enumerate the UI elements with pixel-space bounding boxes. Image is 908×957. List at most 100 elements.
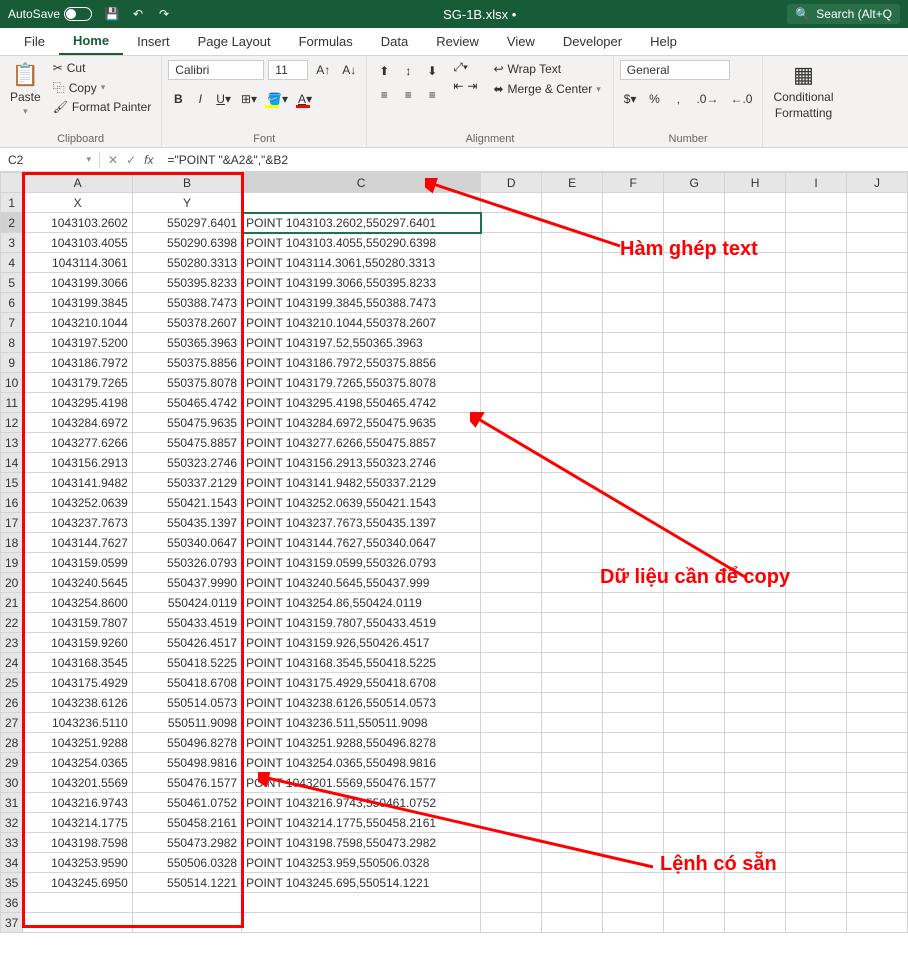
cell[interactable] — [725, 353, 786, 373]
cell[interactable]: 1043237.7673 — [23, 513, 132, 533]
orientation-button[interactable]: ⤢▾ — [453, 60, 477, 75]
cell[interactable] — [542, 713, 603, 733]
cell[interactable] — [481, 353, 542, 373]
row-head[interactable]: 28 — [1, 733, 23, 753]
cell[interactable]: 1043277.6266 — [23, 433, 132, 453]
cell[interactable]: 1043168.3545 — [23, 653, 132, 673]
row-head[interactable]: 6 — [1, 293, 23, 313]
row-head[interactable]: 25 — [1, 673, 23, 693]
row-head[interactable]: 22 — [1, 613, 23, 633]
cell[interactable]: 1043156.2913 — [23, 453, 132, 473]
cell[interactable]: POINT 1043210.1044,550378.2607 — [242, 313, 481, 333]
cell[interactable]: 1043295.4198 — [23, 393, 132, 413]
cell[interactable] — [725, 673, 786, 693]
cell[interactable] — [786, 233, 847, 253]
cell[interactable] — [542, 433, 603, 453]
cell[interactable] — [542, 353, 603, 373]
cell[interactable] — [847, 293, 908, 313]
cell[interactable] — [481, 293, 542, 313]
cell[interactable] — [664, 293, 725, 313]
col-head-J[interactable]: J — [847, 173, 908, 193]
cell[interactable] — [664, 613, 725, 633]
cell[interactable] — [725, 473, 786, 493]
cell[interactable]: POINT 1043159.0599,550326.0793 — [242, 553, 481, 573]
cell[interactable]: 1043210.1044 — [23, 313, 132, 333]
cell[interactable] — [664, 273, 725, 293]
cell[interactable] — [786, 573, 847, 593]
cell[interactable] — [664, 333, 725, 353]
cell[interactable]: 1043179.7265 — [23, 373, 132, 393]
cell[interactable] — [481, 633, 542, 653]
cell[interactable] — [847, 233, 908, 253]
cell[interactable] — [481, 613, 542, 633]
cell[interactable] — [847, 593, 908, 613]
cell[interactable] — [664, 353, 725, 373]
cell[interactable] — [481, 473, 542, 493]
cut-button[interactable]: ✂Cut — [49, 60, 156, 76]
cell[interactable] — [786, 413, 847, 433]
cell[interactable] — [542, 313, 603, 333]
cell[interactable] — [786, 773, 847, 793]
col-head-H[interactable]: H — [725, 173, 786, 193]
cell[interactable] — [847, 793, 908, 813]
row-head[interactable]: 12 — [1, 413, 23, 433]
cell[interactable] — [664, 873, 725, 893]
cell[interactable] — [725, 273, 786, 293]
row-head[interactable]: 15 — [1, 473, 23, 493]
cell[interactable] — [725, 733, 786, 753]
cell[interactable] — [847, 533, 908, 553]
cell[interactable]: 1043236.5110 — [23, 713, 132, 733]
cell[interactable]: POINT 1043245.695,550514.1221 — [242, 873, 481, 893]
cell[interactable] — [664, 413, 725, 433]
cell[interactable] — [481, 213, 542, 233]
cell[interactable] — [542, 773, 603, 793]
cell[interactable]: POINT 1043201.5569,550476.1577 — [242, 773, 481, 793]
cell[interactable] — [542, 393, 603, 413]
tab-view[interactable]: View — [493, 28, 549, 55]
cell[interactable] — [786, 193, 847, 213]
cell[interactable] — [542, 893, 603, 913]
cell[interactable]: 550476.1577 — [132, 773, 241, 793]
cell[interactable]: 1043238.6126 — [23, 693, 132, 713]
cell[interactable] — [542, 653, 603, 673]
cell[interactable] — [603, 433, 664, 453]
cell[interactable]: POINT 1043253.959,550506.0328 — [242, 853, 481, 873]
cell[interactable] — [847, 893, 908, 913]
cell[interactable]: POINT 1043186.7972,550375.8856 — [242, 353, 481, 373]
cell[interactable] — [725, 873, 786, 893]
cell[interactable]: 550461.0752 — [132, 793, 241, 813]
cell[interactable] — [542, 613, 603, 633]
cell[interactable] — [725, 693, 786, 713]
cell[interactable]: 1043159.9260 — [23, 633, 132, 653]
cell[interactable] — [542, 493, 603, 513]
cell[interactable]: POINT 1043251.9288,550496.8278 — [242, 733, 481, 753]
cell[interactable] — [664, 773, 725, 793]
cell[interactable] — [786, 453, 847, 473]
cell[interactable] — [786, 893, 847, 913]
align-center-button[interactable]: ≡ — [397, 84, 419, 106]
cell[interactable] — [786, 693, 847, 713]
merge-center-button[interactable]: ⬌Merge & Center▾ — [487, 80, 606, 98]
cell[interactable]: 1043159.0599 — [23, 553, 132, 573]
undo-icon[interactable]: ↶ — [130, 7, 146, 21]
cell[interactable] — [725, 793, 786, 813]
align-left-button[interactable]: ≡ — [373, 84, 395, 106]
cell[interactable] — [542, 413, 603, 433]
tab-file[interactable]: File — [10, 28, 59, 55]
cell[interactable] — [847, 473, 908, 493]
cell[interactable] — [725, 393, 786, 413]
tab-data[interactable]: Data — [367, 28, 422, 55]
cell[interactable] — [542, 853, 603, 873]
font-name-select[interactable]: Calibri — [168, 60, 264, 80]
cell[interactable] — [725, 253, 786, 273]
row-head[interactable]: 5 — [1, 273, 23, 293]
cell[interactable]: 550375.8856 — [132, 353, 241, 373]
cell[interactable] — [481, 813, 542, 833]
cell[interactable] — [481, 773, 542, 793]
cell[interactable] — [786, 553, 847, 573]
cell[interactable]: 1043103.4055 — [23, 233, 132, 253]
cell[interactable]: POINT 1043198.7598,550473.2982 — [242, 833, 481, 853]
cancel-icon[interactable]: ✕ — [108, 153, 118, 167]
cell[interactable] — [786, 793, 847, 813]
decrease-decimal-button[interactable]: ←.0 — [726, 90, 756, 108]
